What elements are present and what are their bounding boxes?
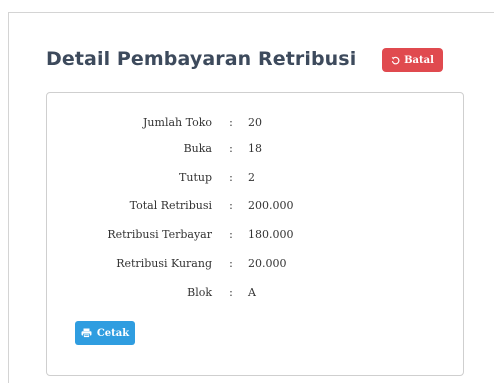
page-title: Detail Pembayaran Retribusi (46, 48, 357, 70)
detail-label: Tutup (179, 171, 212, 184)
detail-label: Buka (183, 142, 212, 155)
detail-separator: : (229, 257, 233, 270)
detail-value: 2 (248, 171, 255, 184)
left-divider (8, 12, 9, 383)
detail-value: 180.000 (248, 228, 294, 241)
detail-separator: : (229, 142, 233, 155)
detail-label: Retribusi Kurang (116, 257, 212, 270)
print-button-label: Cetak (96, 327, 130, 339)
detail-separator: : (229, 116, 233, 129)
printer-icon (81, 328, 92, 338)
detail-separator: : (229, 228, 233, 241)
print-button[interactable]: Cetak (75, 321, 135, 345)
detail-separator: : (229, 171, 233, 184)
detail-label: Retribusi Terbayar (107, 228, 212, 241)
top-divider (8, 12, 494, 13)
cancel-button[interactable]: Batal (382, 48, 443, 72)
detail-label: Jumlah Toko (143, 116, 212, 129)
undo-icon (391, 56, 400, 65)
detail-value: 20.000 (248, 257, 287, 270)
detail-separator: : (229, 286, 233, 299)
cancel-button-label: Batal (404, 54, 434, 66)
detail-separator: : (229, 199, 233, 212)
payment-detail-card: Jumlah Toko : 20 Buka : 18 Tutup : 2 Tot… (46, 92, 464, 376)
detail-label: Total Retribusi (129, 199, 212, 212)
detail-value: A (248, 286, 256, 299)
detail-value: 20 (248, 116, 262, 129)
detail-value: 18 (248, 142, 262, 155)
detail-value: 200.000 (248, 199, 294, 212)
detail-label: Blok (187, 286, 212, 299)
